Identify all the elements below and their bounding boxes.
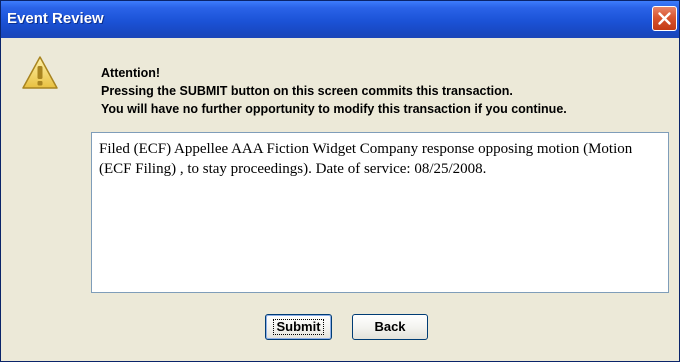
close-button[interactable] bbox=[652, 6, 677, 31]
message-line: You will have no further opportunity to … bbox=[101, 102, 567, 116]
back-button[interactable]: Back bbox=[352, 314, 428, 340]
event-details-textarea[interactable]: Filed (ECF) Appellee AAA Fiction Widget … bbox=[91, 132, 669, 293]
event-review-dialog: Event Review Attention! Pressing the SUB… bbox=[0, 0, 680, 362]
message-line: Pressing the SUBMIT button on this scree… bbox=[101, 84, 513, 98]
warning-message: Attention! Pressing the SUBMIT button on… bbox=[101, 64, 567, 118]
close-icon bbox=[658, 12, 671, 25]
window-title: Event Review bbox=[7, 10, 104, 27]
submit-button[interactable]: Submit bbox=[265, 314, 332, 340]
title-bar[interactable]: Event Review bbox=[1, 1, 679, 38]
warning-icon bbox=[22, 56, 58, 89]
dialog-body: Attention! Pressing the SUBMIT button on… bbox=[5, 38, 675, 359]
submit-button-label: Submit bbox=[273, 319, 324, 335]
message-heading: Attention! bbox=[101, 66, 161, 80]
